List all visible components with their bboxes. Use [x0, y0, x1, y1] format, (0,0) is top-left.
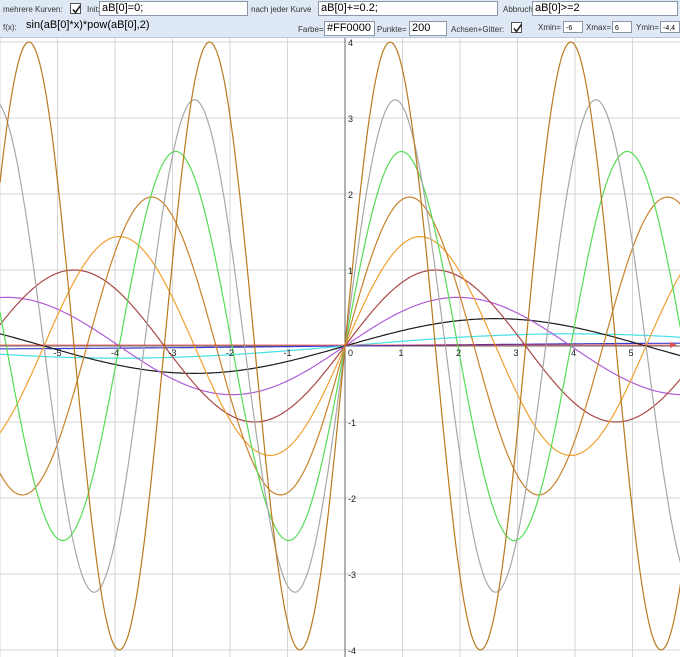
ymin-label: Ymin= — [636, 23, 659, 32]
init-input[interactable]: aB[0]=0; — [99, 1, 248, 16]
xmax-label: Xmax= — [586, 23, 612, 32]
x-tick-label: -2 — [226, 348, 234, 358]
x-tick-label: -5 — [54, 348, 62, 358]
multi-curves-label: mehrere Kurven: — [3, 5, 63, 14]
y-tick-label: -1 — [348, 418, 356, 428]
y-tick-label: 1 — [348, 266, 353, 276]
color-input[interactable]: #FF0000 — [324, 21, 375, 36]
xmax-input[interactable]: 6 — [612, 21, 632, 33]
check-icon — [513, 24, 523, 33]
y-tick-label: -4 — [348, 646, 356, 656]
x-tick-label: -4 — [111, 348, 119, 358]
abort-input[interactable]: aB[0]>=2 — [532, 1, 678, 16]
y-tick-label: -3 — [348, 570, 356, 580]
x-tick-label: 5 — [629, 348, 634, 358]
points-label: Punkte= — [377, 25, 407, 34]
function-plot[interactable]: -5 -4 -3 -2 -1 1 2 3 4 5 -4 -3 -2 -1 1 2 3 4 0 — [0, 38, 680, 657]
init-label: Init: — [87, 5, 100, 14]
abort-label: Abbruch — [503, 5, 533, 14]
fx-input[interactable]: sin(aB[0]*x)*pow(aB[0],2) — [23, 18, 295, 33]
y-tick-label: 3 — [348, 114, 353, 124]
axes-grid-label: Achsen+Gitter: — [451, 25, 505, 34]
ymin-input[interactable]: -4,4 — [660, 21, 680, 33]
color-label: Farbe= — [298, 25, 324, 34]
y-tick-label: 2 — [348, 190, 353, 200]
check-icon — [72, 5, 82, 14]
y-tick-label: 4 — [348, 38, 353, 48]
x-tick-label: -1 — [284, 348, 292, 358]
axes-grid-checkbox[interactable] — [511, 22, 523, 33]
after-each-curve-label: nach jeder Kurve — [251, 5, 312, 14]
after-each-curve-input[interactable]: aB[0]+=0.2; — [318, 1, 498, 16]
x-tick-label: 1 — [399, 348, 404, 358]
origin-label: 0 — [348, 348, 353, 358]
y-tick-label: -2 — [348, 494, 356, 504]
points-input[interactable]: 200 — [409, 21, 447, 36]
xmin-label: Xmin= — [538, 23, 561, 32]
xmin-input[interactable]: -6 — [563, 21, 583, 33]
x-tick-label: -3 — [169, 348, 177, 358]
multi-curves-checkbox[interactable] — [70, 3, 82, 14]
x-tick-label: 3 — [514, 348, 519, 358]
fx-label: f(x): — [3, 23, 17, 32]
toolbar: mehrere Kurven: Init: aB[0]=0; nach jede… — [0, 0, 680, 38]
x-tick-label: 2 — [456, 348, 461, 358]
x-tick-label: 4 — [571, 348, 576, 358]
